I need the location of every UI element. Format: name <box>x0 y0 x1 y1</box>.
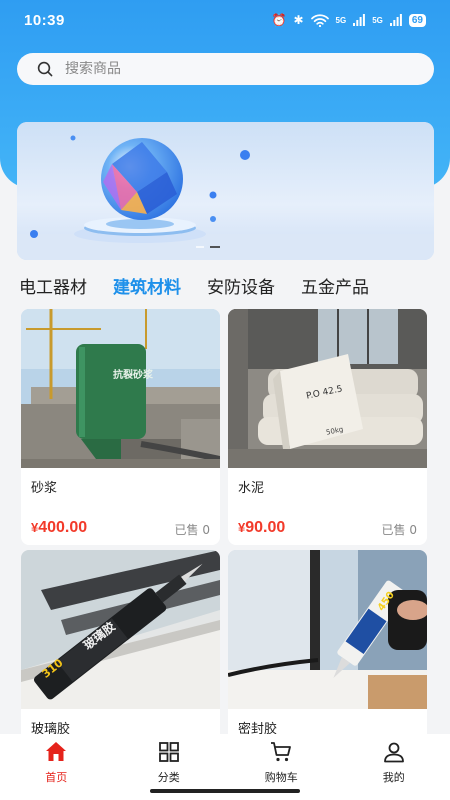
product-image-sealant <box>228 550 427 709</box>
banner-carousel[interactable] <box>17 122 434 260</box>
signal-label-1: 5G <box>335 15 347 25</box>
nav-home-label: 首页 <box>45 771 68 784</box>
search-icon <box>37 61 53 77</box>
signal-label-2: 5G <box>372 15 383 25</box>
product-card[interactable]: P.O 42.5 50kg 水泥 ¥90.00 已售 0 <box>228 309 427 545</box>
signal-icon <box>353 14 366 26</box>
banner-image <box>17 122 434 260</box>
nav-profile-label: 我的 <box>382 771 405 784</box>
price-value: 400.00 <box>38 519 88 536</box>
price-value: 90.00 <box>245 519 286 536</box>
carousel-indicator <box>196 246 220 248</box>
home-indicator <box>150 789 300 793</box>
tab-electrical[interactable]: 电工器材 <box>19 273 87 298</box>
product-name: 砂浆 <box>31 481 58 496</box>
nav-home[interactable]: 首页 <box>0 734 113 800</box>
product-image-text: 抗裂砂浆 <box>113 370 153 381</box>
status-bar: 10:39 ⏰ ✱ 5G 5G 69 <box>0 0 450 40</box>
product-image-glass-glue <box>21 550 220 709</box>
product-card[interactable]: 抗裂砂浆 砂浆 ¥400.00 已售 0 <box>21 309 220 545</box>
product-price: ¥90.00 <box>238 519 285 537</box>
product-sold-count: 已售 0 <box>174 523 210 537</box>
tab-building-materials[interactable]: 建筑材料 <box>113 273 181 298</box>
product-price: ¥400.00 <box>31 519 87 537</box>
search-bar[interactable] <box>17 53 434 85</box>
cart-icon <box>271 742 292 762</box>
carousel-dot <box>196 246 204 248</box>
bluetooth-icon: ✱ <box>293 13 304 27</box>
nav-category-label: 分类 <box>157 771 180 784</box>
product-name: 水泥 <box>238 481 265 496</box>
product-image-mortar <box>21 309 220 468</box>
user-icon <box>383 742 404 763</box>
status-icons: ⏰ ✱ 5G 5G 69 <box>272 13 426 27</box>
wifi-icon <box>310 13 329 27</box>
tab-hardware[interactable]: 五金产品 <box>301 273 369 298</box>
status-time: 10:39 <box>24 11 65 29</box>
signal-icon <box>389 14 402 26</box>
tab-security[interactable]: 安防设备 <box>207 273 275 298</box>
search-input[interactable] <box>65 61 405 77</box>
carousel-dot-active <box>210 246 220 248</box>
battery-icon: 69 <box>408 13 426 27</box>
alarm-icon: ⏰ <box>271 13 287 27</box>
nav-cart-label: 购物车 <box>264 771 298 784</box>
home-icon <box>46 742 67 761</box>
product-grid: 抗裂砂浆 砂浆 ¥400.00 已售 0 P.O 42.5 50kg 水泥 ¥9… <box>21 309 429 786</box>
grid-icon <box>158 742 179 762</box>
product-sold-count: 已售 0 <box>381 523 417 537</box>
category-tabs: 电工器材 建筑材料 安防设备 五金产品 <box>0 270 450 300</box>
nav-profile[interactable]: 我的 <box>338 734 450 800</box>
